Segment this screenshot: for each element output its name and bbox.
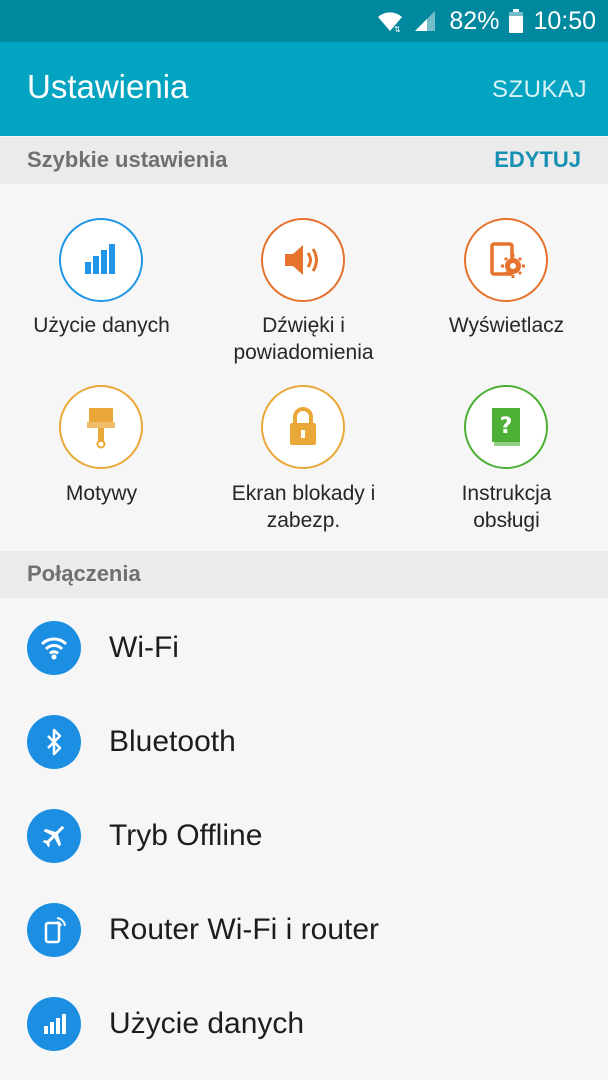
quick-setting-label: Użycie danych [33,314,170,337]
quick-setting-sounds[interactable]: Dźwięki i powiadomienia [202,184,405,364]
list-item-data-usage[interactable]: Użycie danych [0,977,608,1071]
page-title: Ustawienia [27,68,189,105]
quick-setting-themes[interactable]: Motywy [0,352,203,542]
list-item-bluetooth[interactable]: Bluetooth [0,695,608,789]
edit-button[interactable]: EDYTUJ [494,147,581,173]
wifi-icon: ⇅ [377,9,403,33]
bluetooth-icon [27,715,81,769]
cell-signal-icon [413,9,437,33]
quick-setting-data-usage[interactable]: Użycie danych [0,184,203,352]
clock: 10:50 [533,6,596,35]
battery-percent: 82% [449,6,500,35]
quick-setting-label: Wyświetlacz [448,314,565,337]
list-item-hotspot[interactable]: Router Wi-Fi i router [0,883,608,977]
quick-settings-header: Szybkie ustawienia EDYTUJ [0,137,608,184]
list-item-airplane-mode[interactable]: Tryb Offline [0,789,608,883]
display-settings-icon [464,218,548,302]
status-bar: ⇅ 82% 10:50 [0,0,608,42]
lock-icon [261,385,345,469]
quick-settings-title: Szybkie ustawienia [27,147,228,172]
connections-title: Połączenia [27,561,141,586]
app-bar: Ustawienia SZUKAJ [0,42,608,136]
speaker-icon [261,218,345,302]
list-item-label: Bluetooth [109,725,236,758]
search-button[interactable]: SZUKAJ [492,76,587,104]
svg-text:?: ? [500,414,513,439]
quick-setting-label: Instrukcja obsługi [461,482,552,532]
list-item-wifi[interactable]: Wi-Fi [0,601,608,695]
quick-settings-grid: Użycie danych Dźwięki i powiadomienia Wy… [0,184,608,550]
airplane-icon [27,809,81,863]
wifi-icon [27,621,81,675]
battery-icon [509,9,524,33]
list-item-label: Użycie danych [109,1007,305,1040]
help-book-icon: ? [464,385,548,469]
quick-setting-label: Ekran blokady i zabezp. [231,482,376,532]
list-item-label: Tryb Offline [109,819,263,852]
quick-setting-display[interactable]: Wyświetlacz [405,184,608,352]
data-usage-icon [27,997,81,1051]
list-item-label: Wi-Fi [109,631,179,664]
paintbrush-icon [59,385,143,469]
quick-setting-user-manual[interactable]: ? Instrukcja obsługi [405,352,608,542]
hotspot-icon [27,903,81,957]
data-usage-icon [59,218,143,302]
connections-header: Połączenia [0,551,608,598]
svg-text:⇅: ⇅ [394,25,401,33]
quick-setting-label: Motywy [65,482,138,505]
list-item-label: Router Wi-Fi i router [109,913,380,946]
quick-setting-lock-screen[interactable]: Ekran blokady i zabezp. [202,352,405,542]
